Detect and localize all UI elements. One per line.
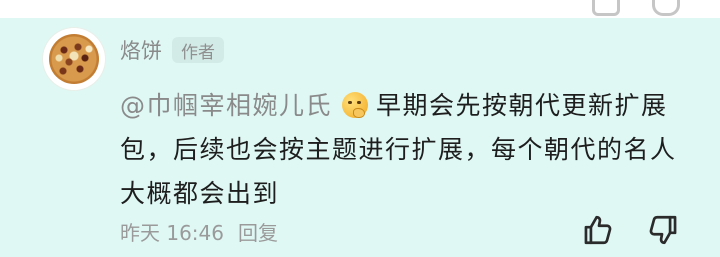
author-badge: 作者 bbox=[172, 37, 224, 63]
comment-text: @巾帼宰相婉儿氏 早期会先按朝代更新扩展包，后续也会按主题进行扩展，每个朝代的名人… bbox=[120, 84, 690, 216]
previous-comment-fragment bbox=[0, 0, 720, 18]
user-mention[interactable]: @巾帼宰相婉儿氏 bbox=[120, 91, 332, 120]
thumbs-down-icon bbox=[649, 215, 677, 245]
comment-card: 烙饼 作者 @巾帼宰相婉儿氏 早期会先按朝代更新扩展包，后续也会按主题进行扩展，每… bbox=[0, 18, 720, 257]
comment-timestamp: 昨天 16:46 bbox=[120, 220, 224, 245]
like-button[interactable] bbox=[578, 210, 618, 250]
comment-meta: 昨天 16:46 回复 bbox=[120, 215, 278, 247]
thinking-face-icon bbox=[342, 92, 369, 118]
author-name[interactable]: 烙饼 bbox=[120, 35, 162, 65]
previous-like-icon[interactable] bbox=[592, 0, 620, 16]
reply-button[interactable]: 回复 bbox=[238, 217, 278, 246]
thumbs-up-icon bbox=[584, 215, 612, 245]
avatar[interactable] bbox=[43, 28, 105, 90]
pizza-avatar-image bbox=[49, 34, 99, 84]
author-row: 烙饼 作者 bbox=[120, 34, 224, 66]
dislike-button[interactable] bbox=[643, 210, 683, 250]
previous-dislike-icon[interactable] bbox=[652, 0, 680, 16]
